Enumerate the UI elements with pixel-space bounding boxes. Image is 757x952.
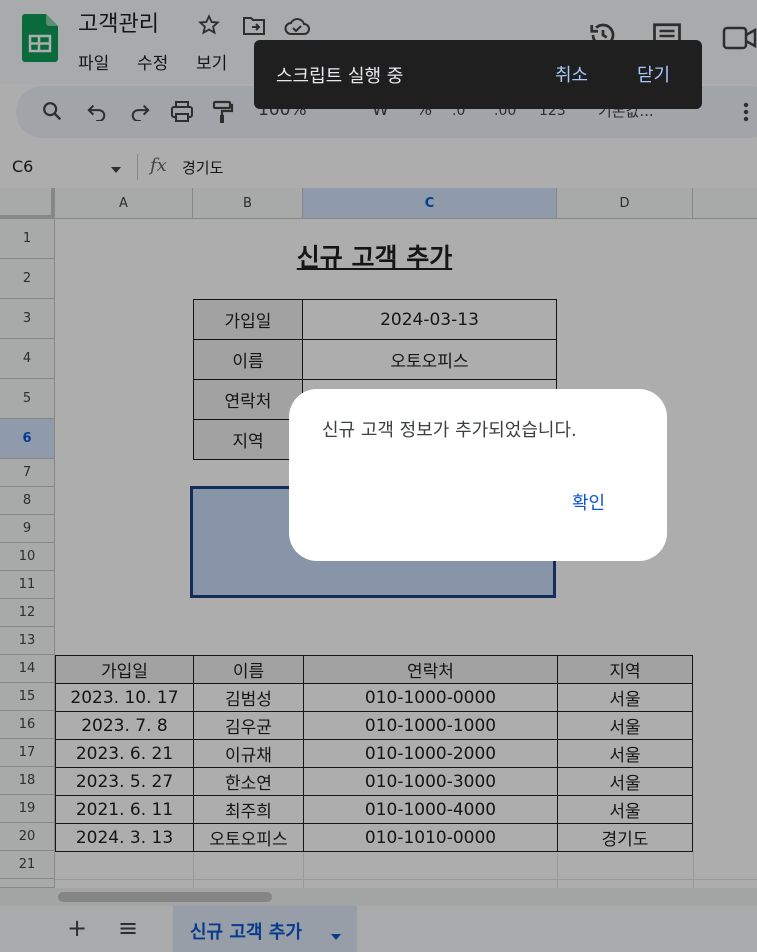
toast-cancel-button[interactable]: 취소	[555, 61, 588, 87]
toast-close-button[interactable]: 닫기	[637, 61, 670, 87]
dialog-message: 신규 고객 정보가 추가되었습니다.	[322, 420, 577, 441]
dialog-ok-button[interactable]: 확인	[572, 489, 605, 515]
alert-dialog	[289, 389, 667, 561]
toast-message: 스크립트 실행 중	[276, 66, 404, 87]
